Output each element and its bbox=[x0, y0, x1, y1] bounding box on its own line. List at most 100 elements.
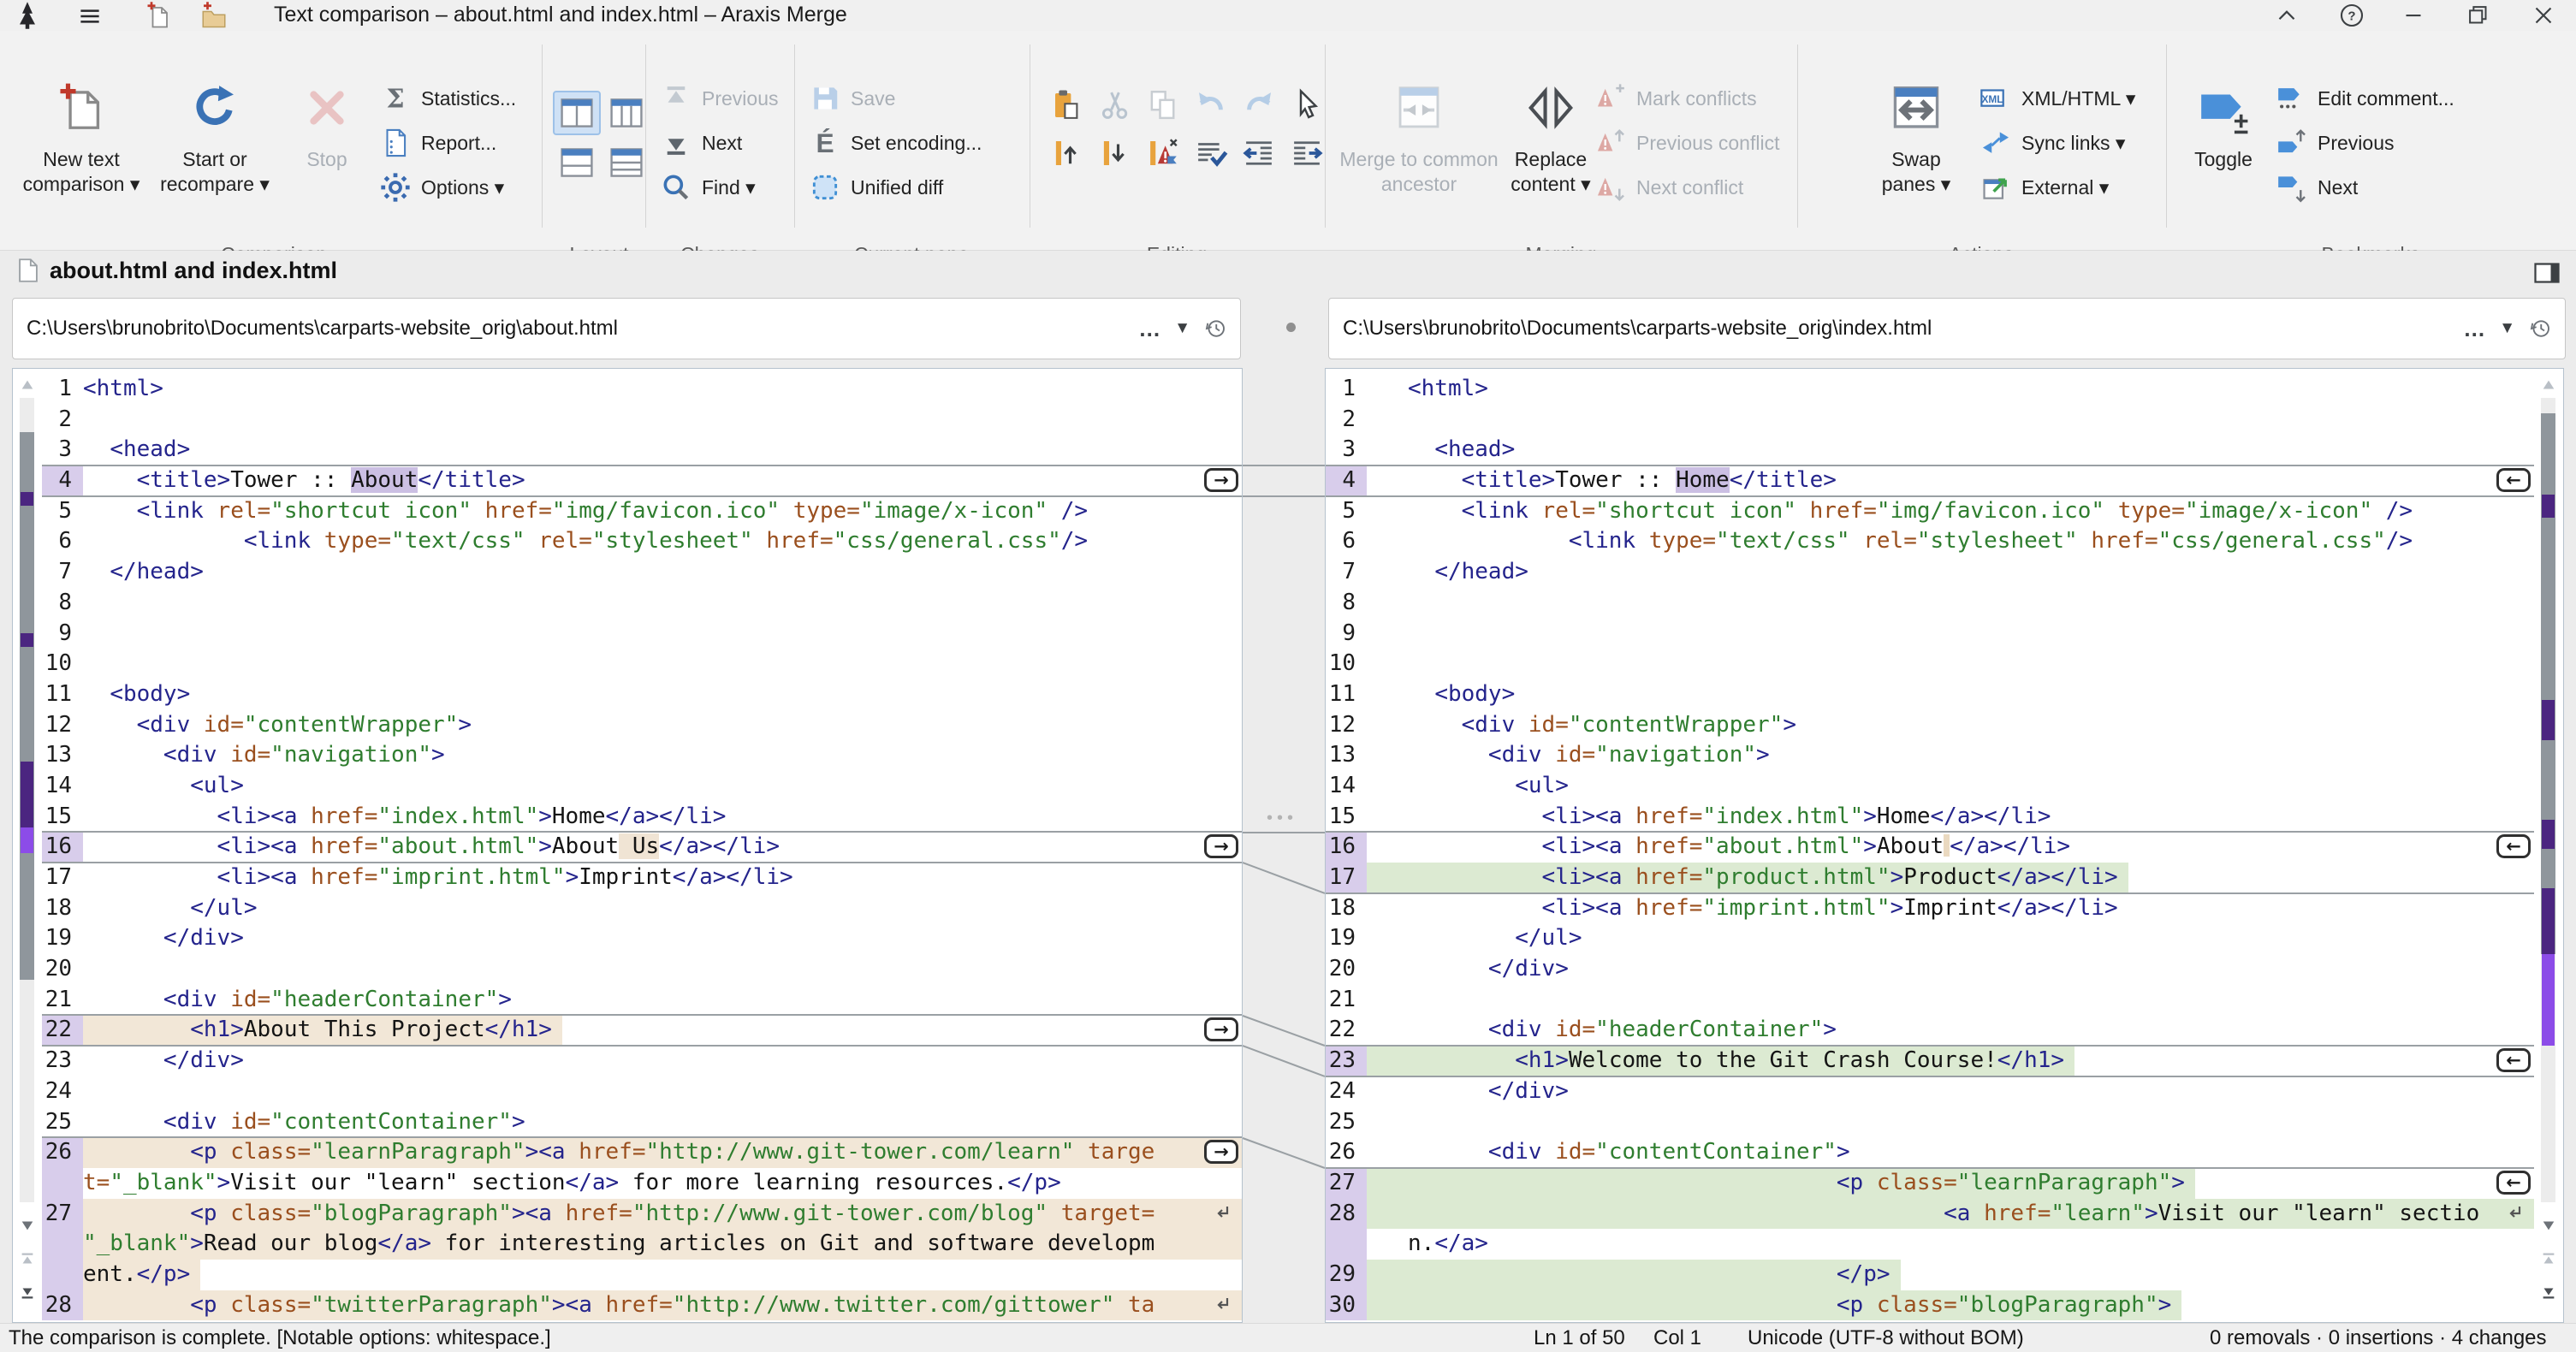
code-line[interactable]: <div id="contentContainer"> bbox=[1367, 1137, 2534, 1168]
code-line[interactable]: <div id="contentWrapper"> bbox=[83, 710, 1242, 741]
code-line[interactable]: </head> bbox=[1367, 557, 2534, 588]
code-line[interactable]: <h1>Welcome to the Git Crash Course!</h1… bbox=[1367, 1046, 2534, 1076]
code-line[interactable] bbox=[83, 405, 1242, 436]
set-encoding-button[interactable]: ÉSet encoding... bbox=[808, 123, 982, 163]
right-path-dropdown-icon[interactable]: ▼ bbox=[2499, 319, 2515, 338]
code-line[interactable] bbox=[1367, 588, 2534, 619]
remove-conflict-markers-button[interactable] bbox=[1142, 132, 1184, 175]
code-line[interactable]: <link type="text/css" rel="stylesheet" h… bbox=[83, 526, 1242, 557]
code-line[interactable]: </p> bbox=[1367, 1260, 2534, 1290]
code-line[interactable]: <li><a href="imprint.html">Imprint</a></… bbox=[1367, 893, 2534, 924]
next-change-button[interactable]: Next bbox=[659, 123, 742, 163]
code-line[interactable]: <p class="learnParagraph"><a href="http:… bbox=[83, 1137, 1242, 1168]
swap-panes-button[interactable]: Swap panes ▾ bbox=[1864, 68, 1968, 236]
code-line[interactable]: </div> bbox=[83, 1046, 1242, 1076]
merge-left-button[interactable]: ← bbox=[2496, 1048, 2531, 1072]
code-line[interactable]: <body> bbox=[1367, 679, 2534, 710]
code-line[interactable]: <li><a href="product.html">Product</a></… bbox=[1367, 863, 2534, 893]
code-line[interactable]: <head> bbox=[1367, 435, 2534, 465]
connector-ellipsis[interactable]: ••• bbox=[1267, 809, 1297, 828]
layout-three-panes-horizontal-button[interactable] bbox=[602, 140, 650, 185]
options-gear-button[interactable]: Options ▾ bbox=[378, 168, 504, 207]
scroll-up-icon[interactable] bbox=[17, 374, 38, 396]
scroll-up-icon[interactable] bbox=[2538, 374, 2559, 396]
code-line[interactable]: <body> bbox=[83, 679, 1242, 710]
merge-right-button[interactable]: → bbox=[1204, 1140, 1238, 1164]
new-comparison-button[interactable]: New text comparison ▾ bbox=[15, 68, 147, 236]
tab-comparison[interactable]: about.html and index.html bbox=[50, 258, 337, 284]
right-file-path-input[interactable] bbox=[1329, 316, 2463, 341]
code-line[interactable]: </head> bbox=[83, 557, 1242, 588]
code-line[interactable]: <html> bbox=[1367, 374, 2534, 405]
code-line[interactable]: </div> bbox=[1367, 1076, 2534, 1107]
code-line[interactable] bbox=[1367, 1107, 2534, 1138]
code-line[interactable]: n.</a> bbox=[1367, 1229, 2534, 1260]
code-line[interactable] bbox=[83, 1076, 1242, 1107]
left-change-map[interactable] bbox=[13, 369, 42, 1322]
left-browse-icon[interactable]: … bbox=[1138, 316, 1162, 342]
layout-three-panes-vertical-button[interactable] bbox=[602, 91, 650, 135]
left-code-pane[interactable]: 1<html>23 <head>4 <title>Tower :: About<… bbox=[12, 368, 1243, 1323]
code-line[interactable]: <li><a href="imprint.html">Imprint</a></… bbox=[83, 863, 1242, 893]
code-line[interactable]: <li><a href="about.html">About Us</a></l… bbox=[83, 832, 1242, 863]
code-line[interactable]: <link type="text/css" rel="stylesheet" h… bbox=[1367, 526, 2534, 557]
sync-links-button[interactable]: Sync links ▾ bbox=[1979, 123, 2125, 163]
code-line[interactable]: <div id="contentContainer"> bbox=[83, 1107, 1242, 1138]
right-change-map[interactable] bbox=[2534, 369, 2563, 1322]
code-line[interactable] bbox=[1367, 649, 2534, 679]
select-arrow-button[interactable] bbox=[1285, 84, 1328, 127]
bookmark-toggle-button[interactable]: Toggle bbox=[2175, 68, 2271, 236]
code-line[interactable]: <p class="blogParagraph"> bbox=[1367, 1290, 2534, 1321]
merge-right-button[interactable]: → bbox=[1204, 834, 1238, 858]
recompare-button[interactable]: Start or recompare ▾ bbox=[151, 68, 279, 236]
new-document-icon[interactable] bbox=[144, 0, 175, 31]
code-line[interactable]: <li><a href="about.html">About</a></li>← bbox=[1367, 832, 2534, 863]
code-line[interactable]: <p class="twitterParagraph"><a href="htt… bbox=[83, 1290, 1242, 1321]
insert-block-down-button[interactable] bbox=[1094, 132, 1137, 175]
code-line[interactable]: <li><a href="index.html">Home</a></li> bbox=[1367, 802, 2534, 833]
code-line[interactable]: <div id="contentWrapper"> bbox=[1367, 710, 2534, 741]
minimize-button[interactable] bbox=[2391, 1, 2436, 30]
help-button[interactable]: ? bbox=[2330, 1, 2374, 30]
statistics-button[interactable]: ΣStatistics... bbox=[378, 79, 516, 118]
accept-lines-button[interactable] bbox=[1190, 132, 1232, 175]
code-line[interactable]: </ul> bbox=[83, 893, 1242, 924]
restore-button[interactable] bbox=[2456, 1, 2501, 30]
code-line[interactable]: <p class="learnParagraph">← bbox=[1367, 1168, 2534, 1199]
code-line[interactable]: <html> bbox=[83, 374, 1242, 405]
code-line[interactable]: t="_blank">Visit our "learn" section</a>… bbox=[83, 1168, 1242, 1199]
shift-lines-right-button[interactable] bbox=[1285, 132, 1328, 175]
merge-left-button[interactable]: ← bbox=[2496, 834, 2531, 858]
code-line[interactable] bbox=[83, 619, 1242, 649]
code-line[interactable]: <ul> bbox=[83, 771, 1242, 802]
code-line[interactable]: <h1>About This Project</h1>→ bbox=[83, 1015, 1242, 1046]
bookmark-comment-button[interactable]: Edit comment... bbox=[2275, 79, 2454, 118]
code-line[interactable]: <title>Tower :: Home</title>← bbox=[1367, 465, 2534, 496]
left-file-path-input[interactable] bbox=[13, 316, 1138, 341]
insert-block-up-button[interactable] bbox=[1046, 132, 1089, 175]
code-line[interactable] bbox=[1367, 619, 2534, 649]
code-line[interactable] bbox=[83, 954, 1242, 985]
code-line[interactable]: <ul> bbox=[1367, 771, 2534, 802]
unified-diff-button[interactable]: Unified diff bbox=[808, 168, 943, 207]
code-line[interactable]: ent.</p> bbox=[83, 1260, 1242, 1290]
code-line[interactable]: <div id="headerContainer"> bbox=[1367, 1015, 2534, 1046]
code-line[interactable]: "_blank">Read our blog</a> for interesti… bbox=[83, 1229, 1242, 1260]
external-button[interactable]: External ▾ bbox=[1979, 168, 2109, 207]
code-line[interactable] bbox=[83, 649, 1242, 679]
new-folder-icon[interactable] bbox=[199, 0, 229, 31]
code-line[interactable]: <link rel="shortcut icon" href="img/favi… bbox=[1367, 496, 2534, 527]
bookmark-previous-button[interactable]: Previous bbox=[2275, 123, 2394, 163]
code-line[interactable]: <div id="navigation"> bbox=[1367, 740, 2534, 771]
find-button[interactable]: Find ▾ bbox=[659, 168, 756, 207]
last-change-icon[interactable] bbox=[2538, 1281, 2559, 1303]
merge-left-button[interactable]: ← bbox=[2496, 468, 2531, 492]
shift-lines-left-button[interactable] bbox=[1238, 132, 1280, 175]
collapse-ribbon-button[interactable] bbox=[2264, 1, 2309, 30]
layout-two-panes-vertical-button[interactable] bbox=[553, 91, 601, 135]
report-button[interactable]: Report... bbox=[378, 123, 496, 163]
code-line[interactable]: <div id="navigation"> bbox=[83, 740, 1242, 771]
code-line[interactable]: <li><a href="index.html">Home</a></li> bbox=[83, 802, 1242, 833]
change-map-track[interactable] bbox=[20, 398, 34, 1202]
change-map-track[interactable] bbox=[2541, 398, 2555, 1202]
